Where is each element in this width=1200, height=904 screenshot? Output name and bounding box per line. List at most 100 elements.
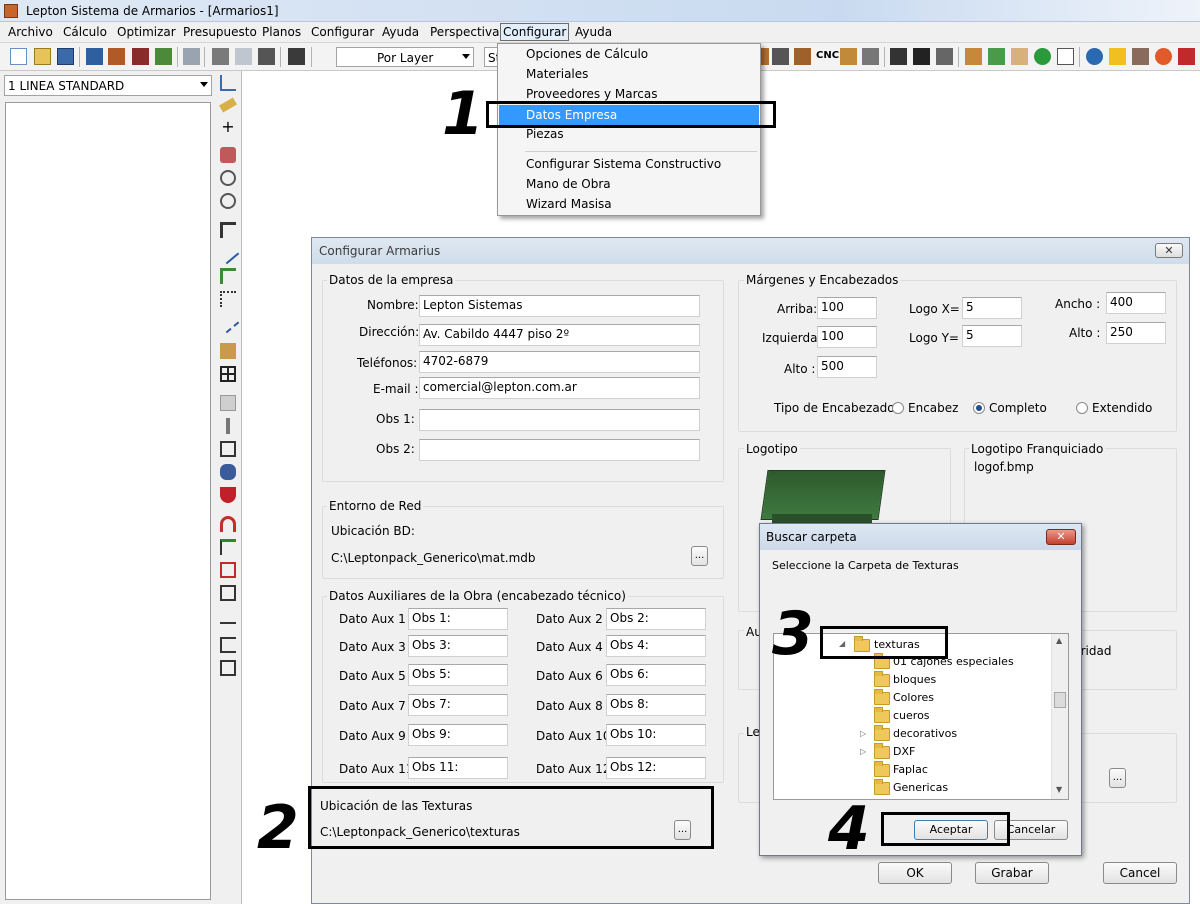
menu-materiales[interactable]: Materiales	[499, 64, 759, 84]
open-folder-icon[interactable]	[34, 48, 51, 65]
aux-field[interactable]: Obs 9:	[408, 724, 508, 746]
menu-configurar-2[interactable]: Configurar	[500, 23, 570, 41]
list-icon[interactable]	[936, 48, 953, 65]
menu-ayuda-1[interactable]: Ayuda	[382, 25, 419, 39]
menu-configurar-1[interactable]: Configurar	[311, 25, 374, 39]
alto2-field[interactable]: 250	[1106, 322, 1166, 344]
gear-icon[interactable]	[913, 48, 930, 65]
radio-completo[interactable]	[973, 402, 985, 414]
zoom-out-icon[interactable]	[220, 193, 236, 209]
menu-presupuesto[interactable]: Presupuesto	[183, 25, 257, 39]
ruler-icon[interactable]	[219, 97, 237, 113]
split-icon[interactable]	[862, 48, 879, 65]
money-icon[interactable]	[1034, 48, 1051, 65]
line-icon[interactable]	[216, 241, 240, 265]
helmet-icon[interactable]	[258, 48, 275, 65]
preview-icon[interactable]	[235, 48, 252, 65]
le-browse-button[interactable]: ...	[1109, 768, 1126, 788]
move-icon[interactable]	[220, 147, 236, 163]
aux-field[interactable]: Obs 12:	[606, 757, 706, 779]
aux-field[interactable]: Obs 10:	[606, 724, 706, 746]
insert-icon[interactable]	[220, 562, 236, 578]
hand-icon[interactable]	[1011, 48, 1028, 65]
monitor-icon[interactable]	[86, 48, 103, 65]
nombre-field[interactable]: Lepton Sistemas	[419, 295, 700, 317]
browse-close-button[interactable]: ✕	[1046, 529, 1076, 545]
new-file-icon[interactable]	[10, 48, 27, 65]
radio-encabez[interactable]	[892, 402, 904, 414]
dotted-corner-icon[interactable]	[220, 291, 236, 307]
frame-tool-icon[interactable]	[220, 585, 236, 601]
menu-wizard-masisa[interactable]: Wizard Masisa	[499, 194, 759, 214]
dashed-line-icon[interactable]	[216, 310, 240, 334]
aux-field[interactable]: Obs 11:	[408, 757, 508, 779]
saw-icon[interactable]	[840, 48, 857, 65]
scroll-up-icon[interactable]: ▲	[1056, 636, 1062, 645]
drawer-icon[interactable]	[220, 395, 236, 411]
star-icon[interactable]	[1109, 48, 1126, 65]
frame-icon[interactable]	[794, 48, 811, 65]
helmet2-icon[interactable]	[890, 48, 907, 65]
menu-mano-de-obra[interactable]: Mano de Obra	[499, 174, 759, 194]
menu-perspectiva[interactable]: Perspectiva	[430, 25, 499, 39]
scroll-thumb[interactable]	[1054, 692, 1066, 708]
aux-field[interactable]: Obs 7:	[408, 694, 508, 716]
tree-scrollbar[interactable]: ▲ ▼	[1051, 634, 1068, 799]
logoy-field[interactable]: 5	[962, 325, 1022, 347]
alto-field[interactable]: 500	[817, 356, 877, 378]
layer-combo[interactable]: 1 LINEA STANDARD	[4, 75, 212, 96]
crosshair-icon[interactable]: +	[220, 119, 236, 135]
user-icon[interactable]	[1132, 48, 1149, 65]
logotipo-image[interactable]	[760, 470, 886, 520]
izquierda-field[interactable]: 100	[817, 326, 877, 348]
aux-field[interactable]: Obs 1:	[408, 608, 508, 630]
ok-button[interactable]: OK	[878, 862, 952, 884]
expand-icon[interactable]: ▷	[860, 743, 866, 761]
logox-field[interactable]: 5	[962, 297, 1022, 319]
grabar-button[interactable]: Grabar	[975, 862, 1049, 884]
exit-icon[interactable]	[1178, 48, 1195, 65]
cabinet-icon[interactable]	[108, 48, 125, 65]
expand-icon[interactable]: ▷	[860, 725, 866, 743]
scroll-down-icon[interactable]: ▼	[1056, 785, 1062, 794]
magnet-icon[interactable]	[220, 516, 236, 532]
angle-icon[interactable]	[220, 268, 236, 284]
aux-field[interactable]: Obs 3:	[408, 635, 508, 657]
menu-archivo[interactable]: Archivo	[8, 25, 53, 39]
save-icon[interactable]	[57, 48, 74, 65]
grid-panel-icon[interactable]	[220, 366, 236, 382]
layer-list[interactable]	[5, 102, 211, 900]
aux-field[interactable]: Obs 2:	[606, 608, 706, 630]
aux-field[interactable]: Obs 4:	[606, 635, 706, 657]
pencil-icon[interactable]	[772, 48, 789, 65]
aux-field[interactable]: Obs 5:	[408, 664, 508, 686]
axis-icon[interactable]	[220, 75, 236, 91]
ancho-field[interactable]: 400	[1106, 292, 1166, 314]
export-icon[interactable]	[220, 660, 236, 676]
radio-extendido[interactable]	[1076, 402, 1088, 414]
obs1-field[interactable]	[419, 409, 700, 431]
users-icon[interactable]	[965, 48, 982, 65]
menu-configurar-sistema[interactable]: Configurar Sistema Constructivo	[499, 154, 759, 174]
dimension-icon[interactable]	[220, 608, 236, 624]
filter-icon[interactable]	[220, 539, 236, 555]
stand-icon[interactable]	[220, 418, 236, 434]
menu-planos[interactable]: Planos	[262, 25, 301, 39]
email-field[interactable]: comercial@lepton.com.ar	[419, 377, 700, 399]
calculator-icon[interactable]	[288, 48, 305, 65]
menu-calculo[interactable]: Cálculo	[63, 25, 107, 39]
lifebuoy-icon[interactable]	[1155, 48, 1172, 65]
sheet-icon[interactable]	[988, 48, 1005, 65]
cancel-button[interactable]: Cancel	[1103, 862, 1177, 884]
telefonos-field[interactable]: 4702-6879	[419, 351, 700, 373]
bottle-icon[interactable]	[220, 464, 236, 480]
zoom-in-icon[interactable]	[220, 170, 236, 186]
cnc-icon[interactable]: CNC	[816, 50, 839, 61]
layer-select[interactable]: Por Layer	[336, 47, 474, 67]
bd-browse-button[interactable]: ...	[691, 546, 708, 566]
dialog-close-button[interactable]: ✕	[1155, 243, 1183, 258]
direccion-field[interactable]: Av. Cabildo 4447 piso 2º	[419, 324, 700, 346]
tools-icon[interactable]	[132, 48, 149, 65]
menu-ayuda-2[interactable]: Ayuda	[575, 25, 612, 39]
obs2-field[interactable]	[419, 439, 700, 461]
